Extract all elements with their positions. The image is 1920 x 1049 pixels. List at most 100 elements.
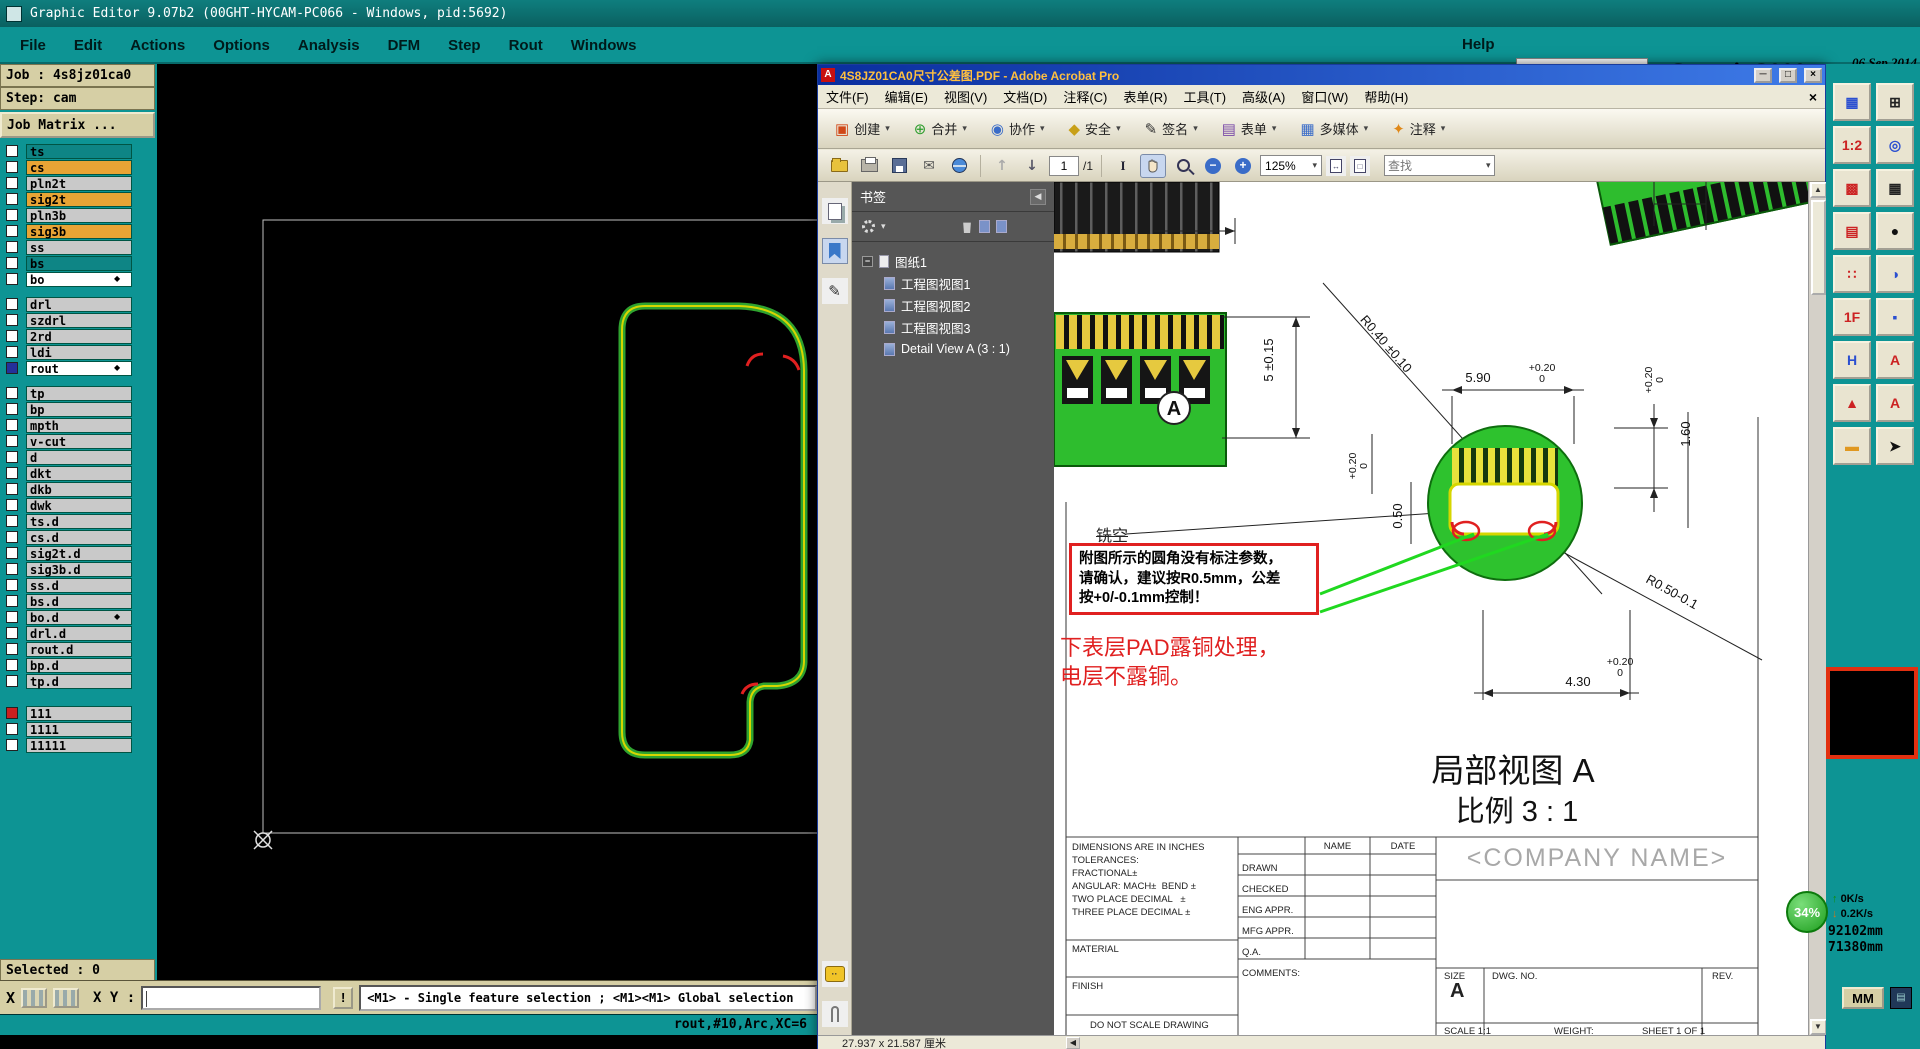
- layer-name[interactable]: sig2t.d: [26, 545, 132, 561]
- layer-name[interactable]: pln2t: [26, 175, 132, 191]
- overview-window[interactable]: [1826, 667, 1918, 759]
- open-button[interactable]: [826, 154, 852, 178]
- genesis-menu-item[interactable]: Windows: [571, 37, 637, 54]
- right-toolbar-button[interactable]: ▲: [1833, 384, 1871, 422]
- layer-checkbox[interactable]: [6, 435, 18, 447]
- layer-name[interactable]: 11111: [26, 737, 132, 753]
- layer-checkbox[interactable]: [6, 225, 18, 237]
- layer-checkbox[interactable]: [6, 346, 18, 358]
- scroll-up-icon[interactable]: ▲: [1809, 182, 1827, 198]
- right-toolbar-button[interactable]: ▪: [1876, 298, 1914, 336]
- units-aux-icon[interactable]: ▤: [1890, 987, 1912, 1009]
- genesis-menu-item[interactable]: Step: [448, 37, 481, 54]
- signatures-panel-button[interactable]: ✎: [821, 278, 848, 304]
- layer-name[interactable]: bs.d: [26, 593, 132, 609]
- delete-bookmark-icon[interactable]: [963, 222, 971, 233]
- right-toolbar-button[interactable]: ⊞: [1876, 83, 1914, 121]
- bookmark-label[interactable]: 工程图视图3: [901, 318, 970, 337]
- close-x-icon[interactable]: X: [6, 989, 15, 1007]
- layer-checkbox[interactable]: [6, 257, 18, 269]
- acrobat-menu-item[interactable]: 表单(R): [1123, 87, 1167, 106]
- bookmark-label[interactable]: 工程图视图2: [901, 296, 970, 315]
- layer-checkbox[interactable]: [6, 499, 18, 511]
- layer-checkbox[interactable]: [6, 177, 18, 189]
- layer-name[interactable]: sig3b.d: [26, 561, 132, 577]
- layer-row[interactable]: sig3b.d: [0, 561, 157, 577]
- scrollbar-thumb[interactable]: [1810, 200, 1826, 295]
- layer-checkbox[interactable]: [6, 145, 18, 157]
- genesis-menu-item[interactable]: Analysis: [298, 37, 360, 54]
- layer-checkbox[interactable]: [6, 193, 18, 205]
- bookmark-label[interactable]: 图纸1: [895, 252, 927, 271]
- right-toolbar-button[interactable]: ▬: [1833, 427, 1871, 465]
- expander-icon[interactable]: −: [862, 255, 873, 267]
- right-toolbar-button[interactable]: 1F: [1833, 298, 1871, 336]
- layer-row[interactable]: szdrl: [0, 312, 157, 328]
- layer-checkbox[interactable]: [6, 595, 18, 607]
- acrobat-menu-item[interactable]: 文件(F): [826, 87, 869, 106]
- coordinate-input[interactable]: [141, 985, 322, 1010]
- layer-checkbox[interactable]: [6, 161, 18, 173]
- scroll-left-icon[interactable]: ◀: [1065, 1037, 1080, 1049]
- fit-width-button[interactable]: ↔: [1326, 155, 1347, 176]
- layer-row[interactable]: 11111: [0, 737, 157, 753]
- layer-row[interactable]: mpth: [0, 417, 157, 433]
- bookmark-item[interactable]: 工程图视图1: [862, 272, 1054, 294]
- options-gear-icon[interactable]: [862, 220, 875, 233]
- layer-row[interactable]: cs: [0, 159, 157, 175]
- layer-row[interactable]: rout ◆: [0, 360, 157, 376]
- layer-row[interactable]: 1111: [0, 721, 157, 737]
- zoom-in-button[interactable]: +: [1230, 154, 1256, 178]
- bookmark-item[interactable]: 工程图视图3: [862, 316, 1054, 338]
- right-toolbar-button[interactable]: ➤: [1876, 427, 1914, 465]
- hand-tool-button[interactable]: [1140, 153, 1167, 178]
- genesis-menu-item[interactable]: Rout: [509, 37, 543, 54]
- acrobat-task-button[interactable]: ✎ 签名 ▾: [1138, 114, 1205, 143]
- layer-name[interactable]: ts.d: [26, 513, 132, 529]
- layer-name[interactable]: 1111: [26, 721, 132, 737]
- layer-row[interactable]: ts.d: [0, 513, 157, 529]
- layer-row[interactable]: 2rd: [0, 328, 157, 344]
- right-toolbar-button[interactable]: 1:2: [1833, 126, 1871, 164]
- layer-name[interactable]: bp: [26, 401, 132, 417]
- editor-canvas[interactable]: [157, 64, 1264, 980]
- collapse-panel-button[interactable]: ◀: [1030, 188, 1046, 205]
- acrobat-task-button[interactable]: ▤ 表单 ▾: [1215, 114, 1284, 143]
- layer-name[interactable]: sig3b: [26, 223, 132, 239]
- minimize-button[interactable]: ─: [1754, 67, 1772, 83]
- scroll-down-icon[interactable]: ▼: [1809, 1019, 1827, 1035]
- layer-row[interactable]: drl.d: [0, 625, 157, 641]
- save-button[interactable]: [886, 154, 912, 178]
- bookmark-label[interactable]: 工程图视图1: [901, 274, 970, 293]
- layer-name[interactable]: cs: [26, 159, 132, 175]
- layer-row[interactable]: ldi: [0, 344, 157, 360]
- layer-checkbox[interactable]: [6, 451, 18, 463]
- find-box[interactable]: ▾: [1384, 155, 1495, 176]
- acrobat-task-button[interactable]: ✦ 注释 ▾: [1385, 114, 1452, 143]
- previous-page-button[interactable]: ↑: [989, 154, 1015, 178]
- layer-row[interactable]: dkt: [0, 465, 157, 481]
- layer-row[interactable]: drl: [0, 296, 157, 312]
- layer-name[interactable]: sig2t: [26, 191, 132, 207]
- acrobat-menu-item[interactable]: 帮助(H): [1364, 87, 1408, 106]
- layer-checkbox[interactable]: [6, 531, 18, 543]
- layer-row[interactable]: bp.d: [0, 657, 157, 673]
- zoom-level-select[interactable]: 125% ▾: [1260, 155, 1323, 176]
- print-button[interactable]: [856, 154, 882, 178]
- layer-name[interactable]: 111: [26, 705, 132, 721]
- layer-row[interactable]: dkb: [0, 481, 157, 497]
- layer-row[interactable]: cs.d: [0, 529, 157, 545]
- acrobat-task-button[interactable]: ▣ 创建 ▾: [828, 114, 897, 143]
- acrobat-menu-item[interactable]: 编辑(E): [885, 87, 928, 106]
- layer-checkbox[interactable]: [6, 419, 18, 431]
- genesis-menu-item[interactable]: DFM: [388, 37, 421, 54]
- layer-checkbox[interactable]: [6, 627, 18, 639]
- layer-checkbox[interactable]: [6, 483, 18, 495]
- layer-name[interactable]: tp.d: [26, 673, 132, 689]
- bookmark-item[interactable]: 工程图视图2: [862, 294, 1054, 316]
- snap-toggle-icon[interactable]: [53, 987, 80, 1008]
- acrobat-task-button[interactable]: ◆ 安全 ▾: [1062, 114, 1128, 143]
- layer-checkbox[interactable]: [6, 209, 18, 221]
- layer-checkbox[interactable]: [6, 314, 18, 326]
- layer-checkbox[interactable]: [6, 611, 18, 623]
